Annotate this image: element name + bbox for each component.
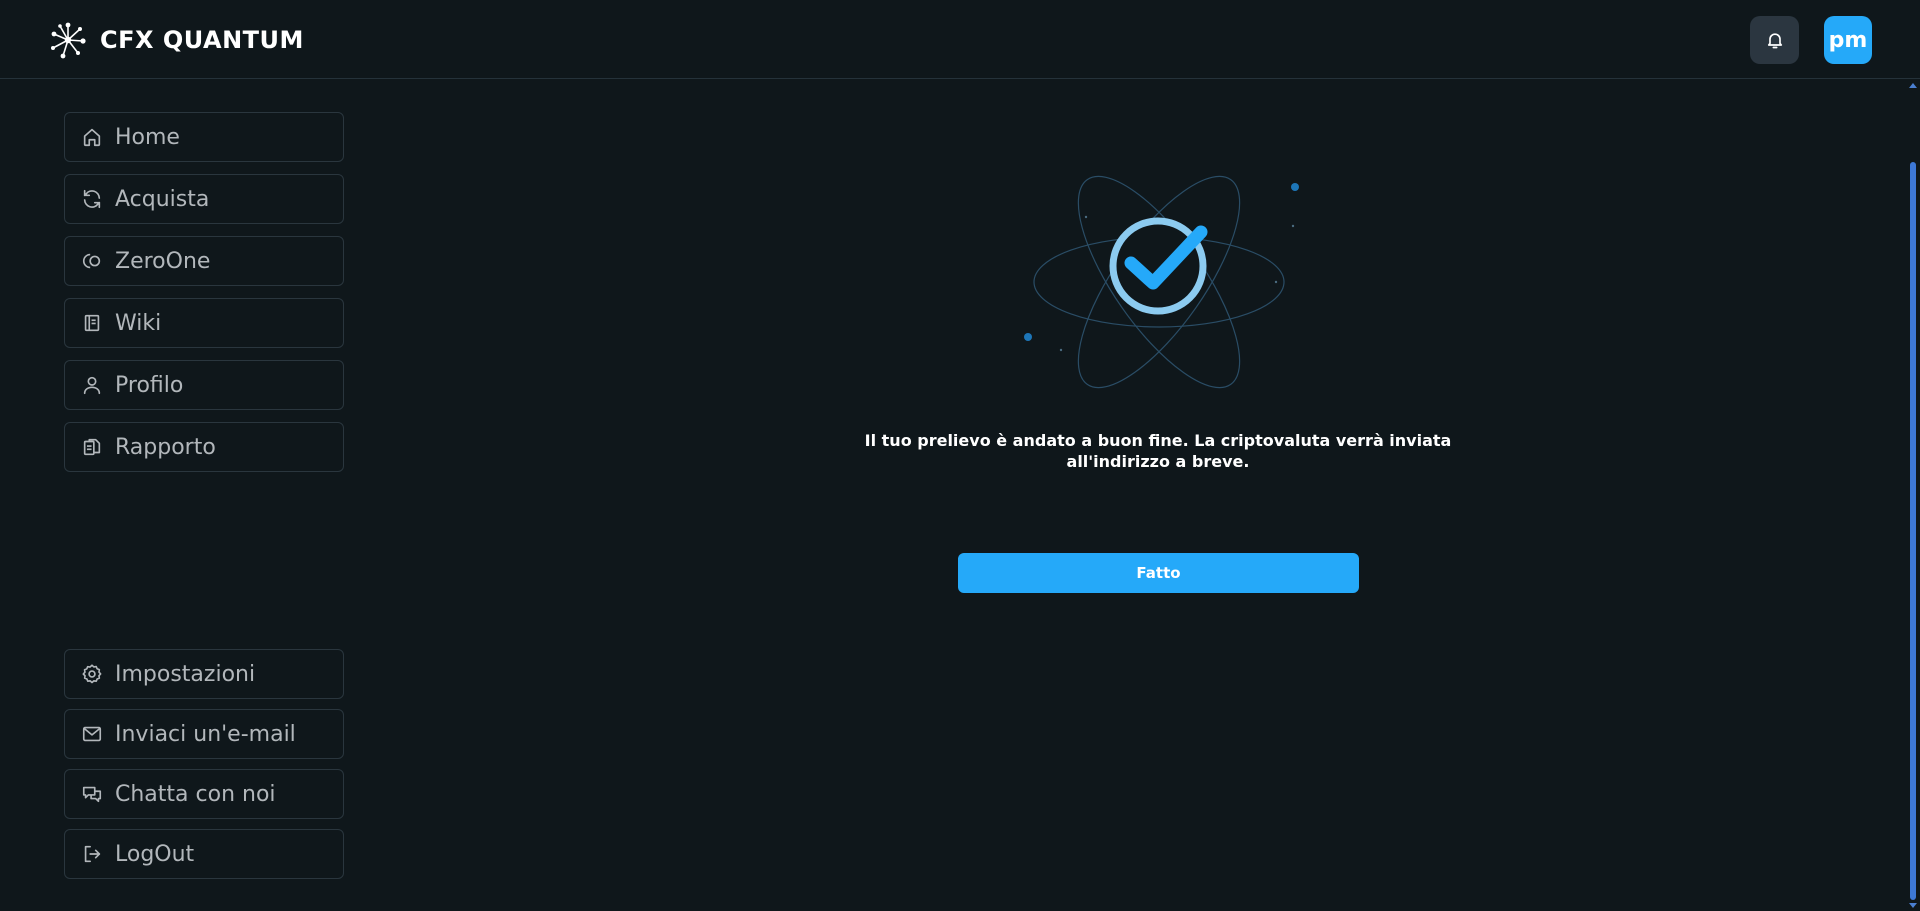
- sidebar-item-email[interactable]: Inviaci un'e-mail: [64, 709, 344, 759]
- network-logo-icon: [51, 22, 86, 59]
- sidebar-item-label: LogOut: [115, 841, 195, 867]
- sidebar-item-label: ZeroOne: [115, 248, 211, 274]
- sidebar-item-acquista[interactable]: Acquista: [64, 174, 344, 224]
- book-icon: [84, 314, 100, 332]
- scroll-up-arrow-icon[interactable]: [1909, 83, 1917, 88]
- scrollbar-thumb[interactable]: [1910, 162, 1916, 900]
- bell-icon: [1767, 33, 1782, 49]
- sidebar-item-wiki[interactable]: Wiki: [64, 298, 344, 348]
- sidebar-item-chat[interactable]: Chatta con noi: [64, 769, 344, 819]
- sidebar-item-logout[interactable]: LogOut: [64, 829, 344, 879]
- success-illustration: [1024, 175, 1299, 389]
- sidebar-item-label: Wiki: [115, 310, 162, 336]
- scroll-down-arrow-icon[interactable]: [1909, 903, 1917, 908]
- brand-name: CFX QUANTUM: [100, 26, 304, 54]
- user-avatar[interactable]: pm: [1824, 16, 1872, 64]
- zeroone-icon: [82, 253, 101, 269]
- app-root: CFX QUANTUM pm Home Acquista ZeroOne Wik…: [0, 0, 1920, 911]
- success-message: Il tuo prelievo è andato a buon fine. La…: [858, 430, 1458, 472]
- sidebar-item-label: Rapporto: [115, 434, 216, 460]
- home-icon: [83, 128, 101, 147]
- chat-icon: [82, 786, 102, 803]
- sidebar-item-label: Home: [115, 124, 180, 150]
- user-icon: [83, 376, 101, 395]
- check-circle-icon: [1109, 217, 1208, 315]
- refresh-icon: [83, 189, 101, 209]
- sidebar-item-label: Inviaci un'e-mail: [115, 721, 296, 747]
- done-button[interactable]: Fatto: [958, 553, 1359, 593]
- sidebar-item-label: Profilo: [115, 372, 184, 398]
- sidebar-item-rapporto[interactable]: Rapporto: [64, 422, 344, 472]
- sidebar-item-home[interactable]: Home: [64, 112, 344, 162]
- sidebar-item-impostazioni[interactable]: Impostazioni: [64, 649, 344, 699]
- report-icon: [83, 438, 101, 456]
- sidebar-item-label: Chatta con noi: [115, 781, 276, 807]
- mail-icon: [82, 726, 102, 742]
- top-header: CFX QUANTUM pm: [0, 0, 1920, 79]
- sidebar-item-label: Impostazioni: [115, 661, 256, 687]
- brand-logo[interactable]: CFX QUANTUM: [48, 20, 304, 60]
- gear-icon: [82, 664, 102, 684]
- success-message-line-1: Il tuo prelievo è andato a buon fine. La…: [864, 431, 1452, 450]
- sidebar-item-profilo[interactable]: Profilo: [64, 360, 344, 410]
- success-message-line-2: all'indirizzo a breve.: [1066, 452, 1250, 471]
- sidebar-item-label: Acquista: [115, 186, 210, 212]
- vertical-scrollbar[interactable]: [1906, 80, 1920, 911]
- notifications-button[interactable]: [1750, 16, 1799, 64]
- logout-icon: [84, 845, 101, 863]
- sidebar-item-zeroone[interactable]: ZeroOne: [64, 236, 344, 286]
